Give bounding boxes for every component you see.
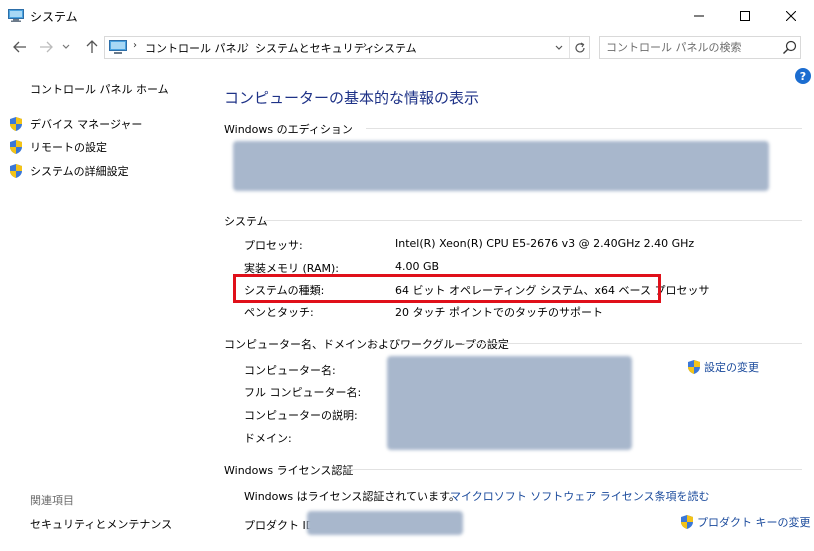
breadcrumb-separator: › (133, 40, 137, 51)
help-icon: ? (799, 69, 807, 83)
window-title: システム (30, 10, 78, 24)
control-panel-icon (109, 40, 127, 54)
computer-name-heading: コンピューター名、ドメインおよびワークグループの設定 (224, 338, 509, 351)
search-box[interactable] (599, 36, 801, 59)
section-divider (462, 343, 802, 344)
redacted-product-id (307, 511, 463, 535)
change-product-key-label: プロダクト キーの変更 (697, 516, 811, 529)
breadcrumb-system-security[interactable]: システムとセキュリティ (255, 40, 375, 56)
change-settings-label: 設定の変更 (704, 361, 759, 374)
maximize-button[interactable] (722, 0, 768, 32)
advanced-system-settings-label: システムの詳細設定 (30, 165, 129, 178)
chevron-down-icon (555, 45, 563, 50)
see-also-heading: 関連項目 (30, 494, 74, 507)
shield-icon (10, 117, 22, 131)
title-bar: システム (0, 0, 814, 32)
license-terms-link[interactable]: マイクロソフト ソフトウェア ライセンス条項を読む (450, 488, 710, 504)
device-manager-label: デバイス マネージャー (30, 118, 143, 131)
refresh-icon (574, 41, 585, 52)
shield-icon (10, 140, 22, 154)
processor-label: プロセッサ: (244, 239, 303, 252)
advanced-system-settings-link[interactable]: システムの詳細設定 (8, 162, 129, 180)
arrow-right-icon (40, 41, 53, 53)
address-history-button[interactable] (549, 37, 569, 58)
computer-name-label: コンピューター名: (244, 364, 336, 377)
full-computer-name-label: フル コンピューター名: (244, 386, 362, 399)
search-input[interactable] (606, 40, 776, 55)
shield-icon (688, 360, 700, 374)
change-settings-link[interactable]: 設定の変更 (686, 359, 759, 375)
breadcrumb-separator: › (363, 40, 367, 51)
activation-status: Windows はライセンス認証されています。 (244, 490, 460, 503)
change-product-key-link[interactable]: プロダクト キーの変更 (679, 514, 811, 530)
computer-description-label: コンピューターの説明: (244, 409, 358, 422)
domain-label: ドメイン: (244, 432, 292, 445)
redacted-edition (233, 141, 769, 191)
remote-settings-label: リモートの設定 (30, 141, 107, 154)
activation-heading: Windows ライセンス認証 (224, 464, 354, 477)
system-icon (8, 9, 24, 22)
minimize-button[interactable] (676, 0, 722, 32)
system-heading: システム (224, 215, 268, 228)
up-button[interactable] (84, 39, 100, 55)
section-divider (366, 128, 802, 129)
edition-heading: Windows のエディション (224, 123, 353, 136)
maximize-icon (740, 11, 750, 21)
back-button[interactable] (12, 39, 28, 55)
close-icon (786, 11, 796, 21)
security-maintenance-link[interactable]: セキュリティとメンテナンス (30, 516, 172, 532)
shield-icon (681, 515, 693, 529)
breadcrumb-control-panel[interactable]: コントロール パネル (145, 40, 248, 56)
recent-locations-button[interactable] (60, 39, 72, 55)
minimize-icon (694, 15, 704, 17)
red-highlight-box (233, 274, 661, 303)
control-panel-home-link[interactable]: コントロール パネル ホーム (30, 81, 169, 97)
address-bar[interactable]: › コントロール パネル › システムとセキュリティ › システム (104, 36, 590, 59)
remote-settings-link[interactable]: リモートの設定 (8, 138, 107, 156)
chevron-down-icon (62, 44, 70, 49)
refresh-button[interactable] (569, 37, 589, 58)
close-button[interactable] (768, 0, 814, 32)
forward-button[interactable] (38, 39, 54, 55)
section-divider (349, 469, 802, 470)
ram-value: 4.00 GB (395, 260, 440, 273)
search-icon[interactable] (782, 40, 797, 55)
page-title: コンピューターの基本的な情報の表示 (224, 89, 480, 107)
pen-touch-label: ペンとタッチ: (244, 306, 314, 319)
breadcrumb-separator: › (245, 40, 249, 51)
section-divider (264, 220, 802, 221)
shield-icon (10, 164, 22, 178)
arrow-up-icon (86, 40, 98, 53)
help-button[interactable]: ? (795, 68, 811, 84)
breadcrumb-system[interactable]: システム (373, 40, 417, 56)
processor-value: Intel(R) Xeon(R) CPU E5-2676 v3 @ 2.40GH… (395, 237, 695, 250)
redacted-computer-info (387, 356, 632, 450)
arrow-left-icon (13, 41, 26, 53)
device-manager-link[interactable]: デバイス マネージャー (8, 115, 142, 133)
pen-touch-value: 20 タッチ ポイントでのタッチのサポート (395, 306, 603, 319)
